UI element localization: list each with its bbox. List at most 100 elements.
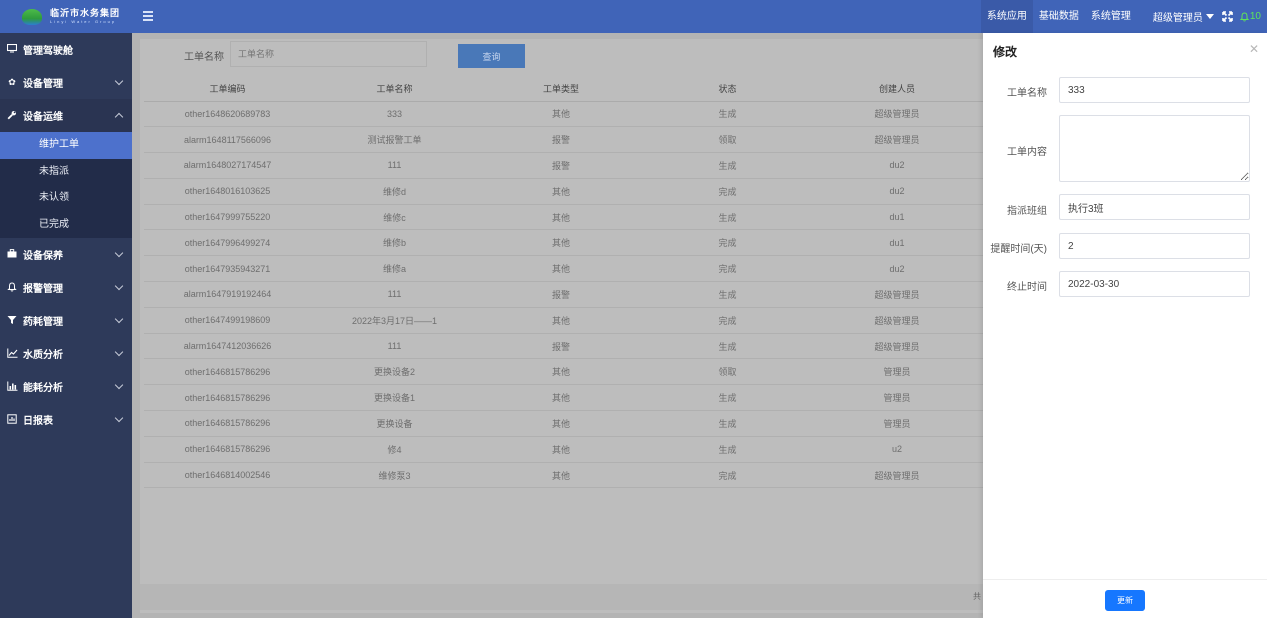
fullscreen-icon[interactable] bbox=[1220, 9, 1236, 25]
table-cell: 其他 bbox=[478, 436, 644, 463]
column-header[interactable]: 创建人员 bbox=[811, 76, 983, 102]
search-input[interactable] bbox=[230, 41, 427, 67]
table-cell: other1648016103625 bbox=[144, 178, 311, 205]
table-cell: other1648620689783 bbox=[144, 101, 311, 128]
table-cell: 其他 bbox=[478, 255, 644, 283]
table-row[interactable]: other1647499198609 2022年3月17日——1 其他 完成 超级管理员 bbox=[144, 307, 983, 334]
logo-title: 临沂市水务集团 bbox=[50, 8, 121, 18]
gear-icon: ✿ bbox=[8, 77, 16, 87]
table-cell: du2 bbox=[811, 255, 983, 283]
sidebar-item-alarm-management[interactable]: 报警管理 bbox=[0, 271, 132, 304]
wrench-icon bbox=[6, 110, 18, 122]
table-cell: 修4 bbox=[311, 436, 478, 463]
table-cell: du1 bbox=[811, 204, 983, 231]
search-label: 工单名称 bbox=[184, 52, 224, 63]
pagination-total: 共 bbox=[973, 592, 981, 601]
table-cell: 111 bbox=[311, 281, 478, 308]
table-row[interactable]: other1646815786296 更换设备 其他 生成 管理员 bbox=[144, 410, 983, 437]
column-header[interactable]: 状态 bbox=[644, 76, 811, 102]
table-row[interactable]: alarm1647412036626 111 报警 生成 超级管理员 bbox=[144, 333, 983, 360]
order-content-textarea[interactable] bbox=[1059, 115, 1250, 182]
assign-team-label: 指派班组 bbox=[1007, 206, 1047, 217]
drawer-footer: 更新 bbox=[983, 579, 1267, 618]
sidebar-item-label: 设备运维 bbox=[23, 112, 63, 123]
order-name-input[interactable] bbox=[1059, 77, 1250, 103]
table-cell: 完成 bbox=[644, 178, 811, 205]
logo: 临沂市水务集团 Linyi Water Group bbox=[0, 0, 132, 33]
table-row[interactable]: alarm1648117566096 测试报警工单 报警 领取 超级管理员 bbox=[144, 126, 983, 154]
sidebar-item-water-quality[interactable]: 水质分析 bbox=[0, 337, 132, 370]
table-row[interactable]: other1646815786296 更换设备1 其他 生成 管理员 bbox=[144, 384, 983, 412]
table-row[interactable]: alarm1647919192464 111 报警 生成 超级管理员 bbox=[144, 281, 983, 308]
column-header[interactable]: 工单编码 bbox=[144, 76, 311, 102]
sidebar-item-chemical-consumption[interactable]: 药耗管理 bbox=[0, 304, 132, 337]
end-time-input[interactable] bbox=[1059, 271, 1250, 297]
table-row[interactable]: other1648016103625 维修d 其他 完成 du2 bbox=[144, 178, 983, 205]
nav-base-data[interactable]: 基础数据 bbox=[1033, 0, 1085, 33]
assign-team-input[interactable] bbox=[1059, 194, 1250, 220]
table-cell: 领取 bbox=[644, 358, 811, 386]
sidebar-item-daily-report[interactable]: 日报表 bbox=[0, 403, 132, 436]
notification-bell[interactable]: 10 bbox=[1239, 11, 1267, 22]
table-cell: 其他 bbox=[478, 101, 644, 128]
sidebar-item-label: 能耗分析 bbox=[23, 383, 63, 394]
table-body: other1648620689783 333 其他 生成 超级管理员 alarm16481… bbox=[144, 101, 983, 489]
table-row[interactable]: other1647999755220 维修c 其他 生成 du1 bbox=[144, 204, 983, 231]
table-header-row: 工单编码 工单名称 工单类型 状态 创建人员 bbox=[144, 76, 983, 102]
sidebar-item-cockpit[interactable]: 管理驾驶舱 bbox=[0, 33, 132, 66]
logo-subtitle: Linyi Water Group bbox=[50, 19, 117, 24]
table-cell: 完成 bbox=[644, 462, 811, 489]
update-button[interactable]: 更新 bbox=[1105, 590, 1145, 611]
table-cell: 维修b bbox=[311, 229, 478, 257]
column-header[interactable]: 工单类型 bbox=[478, 76, 644, 102]
table-cell: alarm1648117566096 bbox=[144, 126, 311, 154]
table-cell: 超级管理员 bbox=[811, 281, 983, 308]
sidebar-item-completed[interactable]: 已完成 bbox=[0, 212, 132, 239]
table-cell: 生成 bbox=[644, 281, 811, 308]
table-row[interactable]: other1647935943271 维修a 其他 完成 du2 bbox=[144, 255, 983, 283]
table-cell: du1 bbox=[811, 229, 983, 257]
column-header[interactable]: 工单名称 bbox=[311, 76, 478, 102]
table-cell: 领取 bbox=[644, 126, 811, 154]
table-row[interactable]: alarm1648027174547 111 报警 生成 du2 bbox=[144, 152, 983, 179]
query-button[interactable]: 查询 bbox=[458, 44, 525, 68]
table-cell: alarm1648027174547 bbox=[144, 152, 311, 179]
user-name: 超级管理员 bbox=[1152, 13, 1203, 24]
close-icon[interactable]: ✕ bbox=[1249, 43, 1259, 55]
sidebar-item-maintenance-orders[interactable]: 维护工单 bbox=[0, 132, 132, 159]
monitor-icon bbox=[6, 43, 18, 55]
table-row[interactable]: other1646815786296 更换设备2 其他 领取 管理员 bbox=[144, 358, 983, 386]
remind-days-input[interactable] bbox=[1059, 233, 1250, 259]
nav-system-apps[interactable]: 系统应用 bbox=[980, 0, 1033, 33]
table-cell: other1646815786296 bbox=[144, 410, 311, 437]
chevron-down-icon bbox=[114, 413, 124, 423]
sidebar-item-device-upkeep[interactable]: 设备保养 bbox=[0, 238, 132, 271]
table-cell: other1647999755220 bbox=[144, 204, 311, 231]
sidebar-item-device-management[interactable]: ✿ 设备管理 bbox=[0, 66, 132, 99]
table-cell: 生成 bbox=[644, 152, 811, 179]
sidebar-item-unclaimed[interactable]: 未认领 bbox=[0, 185, 132, 212]
table-cell: other1647996499274 bbox=[144, 229, 311, 257]
table-row[interactable]: other1647996499274 维修b 其他 完成 du1 bbox=[144, 229, 983, 257]
sidebar-item-unassigned[interactable]: 未指派 bbox=[0, 159, 132, 186]
main-content: 工单名称 查询 工单编码 工单名称 工单类型 状态 创建人员 other1648… bbox=[132, 33, 983, 618]
sidebar-item-energy-analysis[interactable]: 能耗分析 bbox=[0, 370, 132, 403]
table-row[interactable]: other1646815786296 修4 其他 生成 u2 bbox=[144, 436, 983, 463]
nav-system-management[interactable]: 系统管理 bbox=[1085, 0, 1137, 33]
table-cell: 维修a bbox=[311, 255, 478, 283]
bar-chart-icon bbox=[6, 381, 18, 393]
user-menu[interactable]: 超级管理员 bbox=[1149, 9, 1218, 24]
sidebar-item-label: 水质分析 bbox=[23, 350, 63, 361]
table-row[interactable]: other1648620689783 333 其他 生成 超级管理员 bbox=[144, 101, 983, 128]
table-cell: 完成 bbox=[644, 255, 811, 283]
table-row[interactable]: other1646814002546 维修泵3 其他 完成 超级管理员 bbox=[144, 462, 983, 489]
table-cell: 管理员 bbox=[811, 410, 983, 437]
sidebar-item-label: 药耗管理 bbox=[23, 317, 63, 328]
bell-icon bbox=[6, 281, 18, 294]
menu-toggle-icon[interactable] bbox=[143, 11, 153, 21]
briefcase-icon bbox=[6, 249, 18, 260]
bell-icon bbox=[1239, 11, 1249, 21]
table-cell: 111 bbox=[311, 152, 478, 179]
table-cell: 超级管理员 bbox=[811, 333, 983, 360]
sidebar-item-device-maintenance[interactable]: 设备运维 bbox=[0, 99, 132, 132]
